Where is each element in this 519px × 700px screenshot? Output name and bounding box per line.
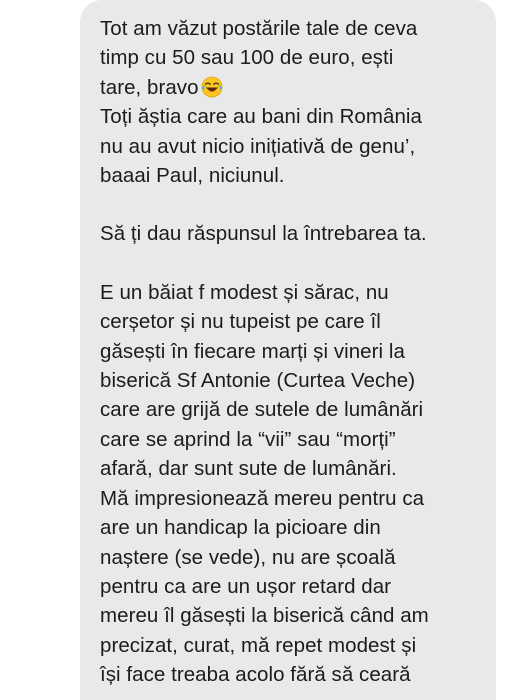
message-paragraph: E un băiat f modest și sărac, nu cerșeto…	[100, 280, 424, 481]
message-paragraph: Să ți dau răspunsul la întrebarea ta.	[100, 222, 427, 246]
message-bubble[interactable]: Tot am văzut postările tale de ceva timp…	[80, 0, 496, 700]
message-paragraph: Tot am văzut postările tale de ceva timp…	[100, 14, 478, 102]
message-text: Tot am văzut postările tale de ceva timp…	[100, 17, 418, 99]
face-with-tears-of-joy-icon	[201, 76, 223, 98]
message-paragraph: Toți ăștia care au bani din România nu a…	[100, 105, 422, 188]
message-paragraph: Mă impresionează mereu pentru ca are un …	[100, 486, 429, 687]
